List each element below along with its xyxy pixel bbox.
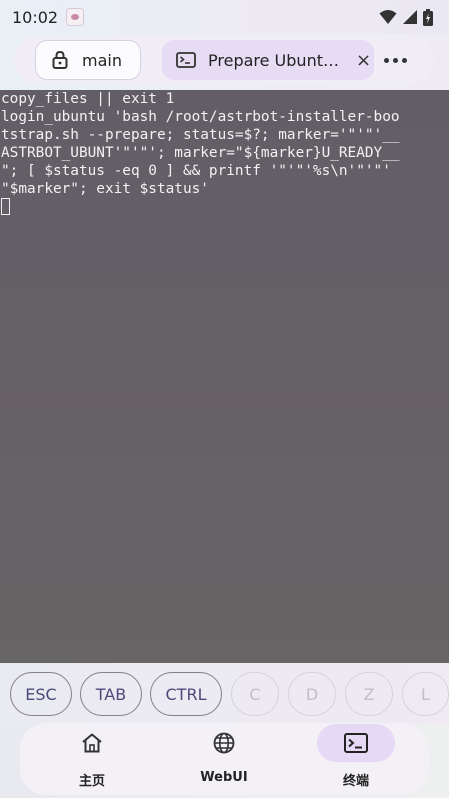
- nav-label-home: 主页: [78, 774, 105, 789]
- special-keys-row: ESC TAB CTRL C D Z L: [0, 663, 449, 725]
- nav-label-terminal: 终端: [342, 774, 369, 789]
- terminal-icon: [344, 733, 368, 753]
- more-horiz-icon[interactable]: [380, 46, 410, 74]
- signal-icon: [403, 10, 417, 24]
- terminal-line: ASTRBOT_UBUNT'"'"'; marker="${marker}U_R…: [1, 145, 400, 161]
- terminal-line: copy_files || exit 1: [1, 91, 175, 107]
- nav-label-webui: WebUI: [200, 770, 248, 785]
- terminal-line: login_ubuntu 'bash /root/astrbot-install…: [1, 109, 400, 125]
- terminal-output[interactable]: copy_files || exit 1 login_ubuntu 'bash …: [0, 90, 449, 663]
- ctrl-key-button[interactable]: CTRL: [150, 672, 222, 716]
- terminal-line: "; [ $status -eq 0 ] && printf '"'"'%s\n…: [1, 163, 391, 179]
- terminal-icon: [176, 52, 196, 68]
- tab-prepare-ubuntu-label: Prepare Ubunt…: [208, 50, 339, 70]
- nav-item-webui[interactable]: WebUI: [174, 723, 274, 795]
- terminal-cursor: [1, 198, 10, 215]
- home-icon: [82, 733, 102, 753]
- tab-main-label: main: [82, 50, 122, 70]
- wifi-icon: [379, 10, 397, 24]
- battery-icon: [423, 8, 433, 26]
- l-key-button[interactable]: L: [402, 672, 449, 716]
- status-bar: 10:02: [0, 0, 449, 34]
- terminal-cursor-line: [1, 198, 449, 216]
- nav-icon-container: [185, 724, 263, 762]
- tab-key-button[interactable]: TAB: [80, 672, 142, 716]
- c-key-button[interactable]: C: [231, 672, 279, 716]
- nav-item-terminal[interactable]: 终端: [306, 723, 406, 795]
- close-icon[interactable]: ×: [356, 50, 371, 71]
- app-notification-icon: [66, 8, 85, 26]
- globe-icon: [213, 732, 235, 754]
- status-time: 10:02: [12, 7, 59, 27]
- status-icons: [379, 8, 433, 26]
- nav-item-home[interactable]: 主页: [42, 723, 142, 795]
- nav-icon-container: [317, 724, 395, 762]
- nav-icon-container: [53, 724, 131, 762]
- z-key-button[interactable]: Z: [345, 672, 393, 716]
- terminal-line: "$marker"; exit $status': [1, 181, 209, 197]
- esc-key-button[interactable]: ESC: [10, 672, 72, 716]
- terminal-line: tstrap.sh --prepare; status=$?; marker='…: [1, 127, 400, 143]
- lock-icon: [52, 51, 68, 69]
- tab-main[interactable]: main: [35, 40, 141, 80]
- tab-prepare-ubuntu[interactable]: Prepare Ubunt… ×: [162, 40, 374, 80]
- d-key-button[interactable]: D: [288, 672, 336, 716]
